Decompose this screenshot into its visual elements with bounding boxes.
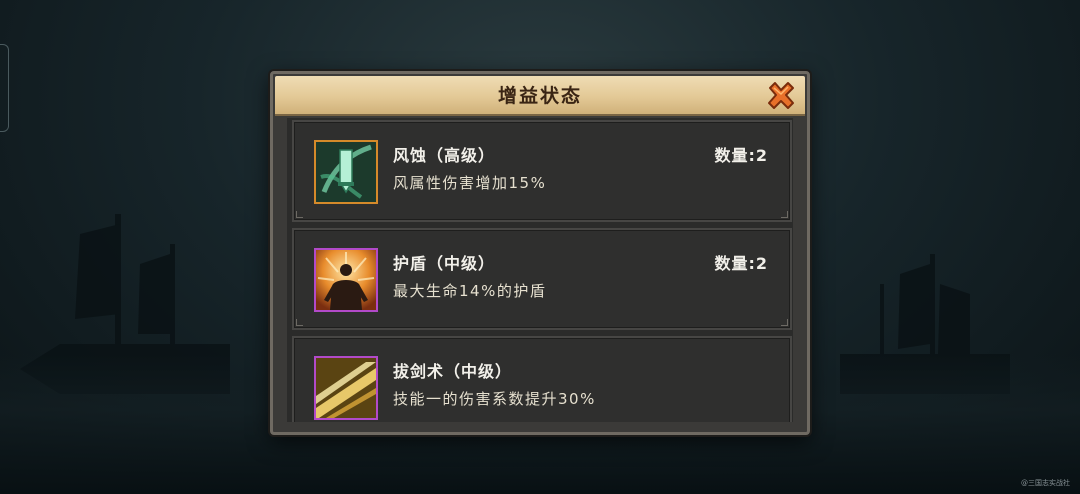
buff-status-dialog: 增益状态 风蚀（高级） 风属性伤害增加15% 数量:2 护盾（中级） 最大生命1…	[270, 71, 810, 435]
buff-description: 风属性伤害增加15%	[393, 174, 547, 192]
dialog-header: 增益状态	[275, 76, 805, 116]
dialog-title: 增益状态	[497, 85, 582, 107]
buff-count: 数量:2	[714, 250, 768, 274]
corner-ornament	[296, 319, 303, 326]
buff-list[interactable]: 风蚀（高级） 风属性伤害增加15% 数量:2 护盾（中级） 最大生命14%的护盾…	[287, 118, 793, 422]
corner-ornament	[296, 211, 303, 218]
buff-description: 技能一的伤害系数提升30%	[393, 390, 596, 408]
buff-description: 最大生命14%的护盾	[393, 282, 547, 300]
buff-icon-frame	[314, 356, 378, 420]
sword-draw-icon	[316, 358, 376, 418]
count-label: 数量:	[714, 146, 756, 165]
buff-icon-frame	[314, 248, 378, 312]
close-button[interactable]	[765, 80, 797, 112]
shield-body-icon	[316, 250, 376, 310]
count-value: 2	[755, 146, 768, 165]
corner-ornament	[781, 319, 788, 326]
corner-ornament	[781, 211, 788, 218]
buff-count: 数量:2	[714, 142, 768, 166]
count-value: 2	[755, 254, 768, 273]
buff-card: 风蚀（高级） 风属性伤害增加15% 数量:2	[292, 120, 792, 222]
buff-card: 护盾（中级） 最大生命14%的护盾 数量:2	[292, 228, 792, 330]
buff-card: 拔剑术（中级） 技能一的伤害系数提升30%	[292, 336, 792, 422]
side-tab[interactable]	[0, 44, 9, 132]
buff-icon-frame	[314, 140, 378, 204]
game-background: @三国志实战社 增益状态 风蚀（高级） 风属性伤害增加15% 数量:2 护盾（中…	[0, 0, 1080, 494]
count-label: 数量:	[714, 254, 756, 273]
buff-name: 护盾（中级）	[393, 254, 496, 273]
buff-name: 拔剑术（中级）	[393, 362, 513, 381]
watermark: @三国志实战社	[1021, 479, 1070, 487]
wind-sword-icon	[316, 142, 376, 202]
close-x-icon	[768, 82, 794, 109]
buff-name: 风蚀（高级）	[393, 146, 496, 165]
